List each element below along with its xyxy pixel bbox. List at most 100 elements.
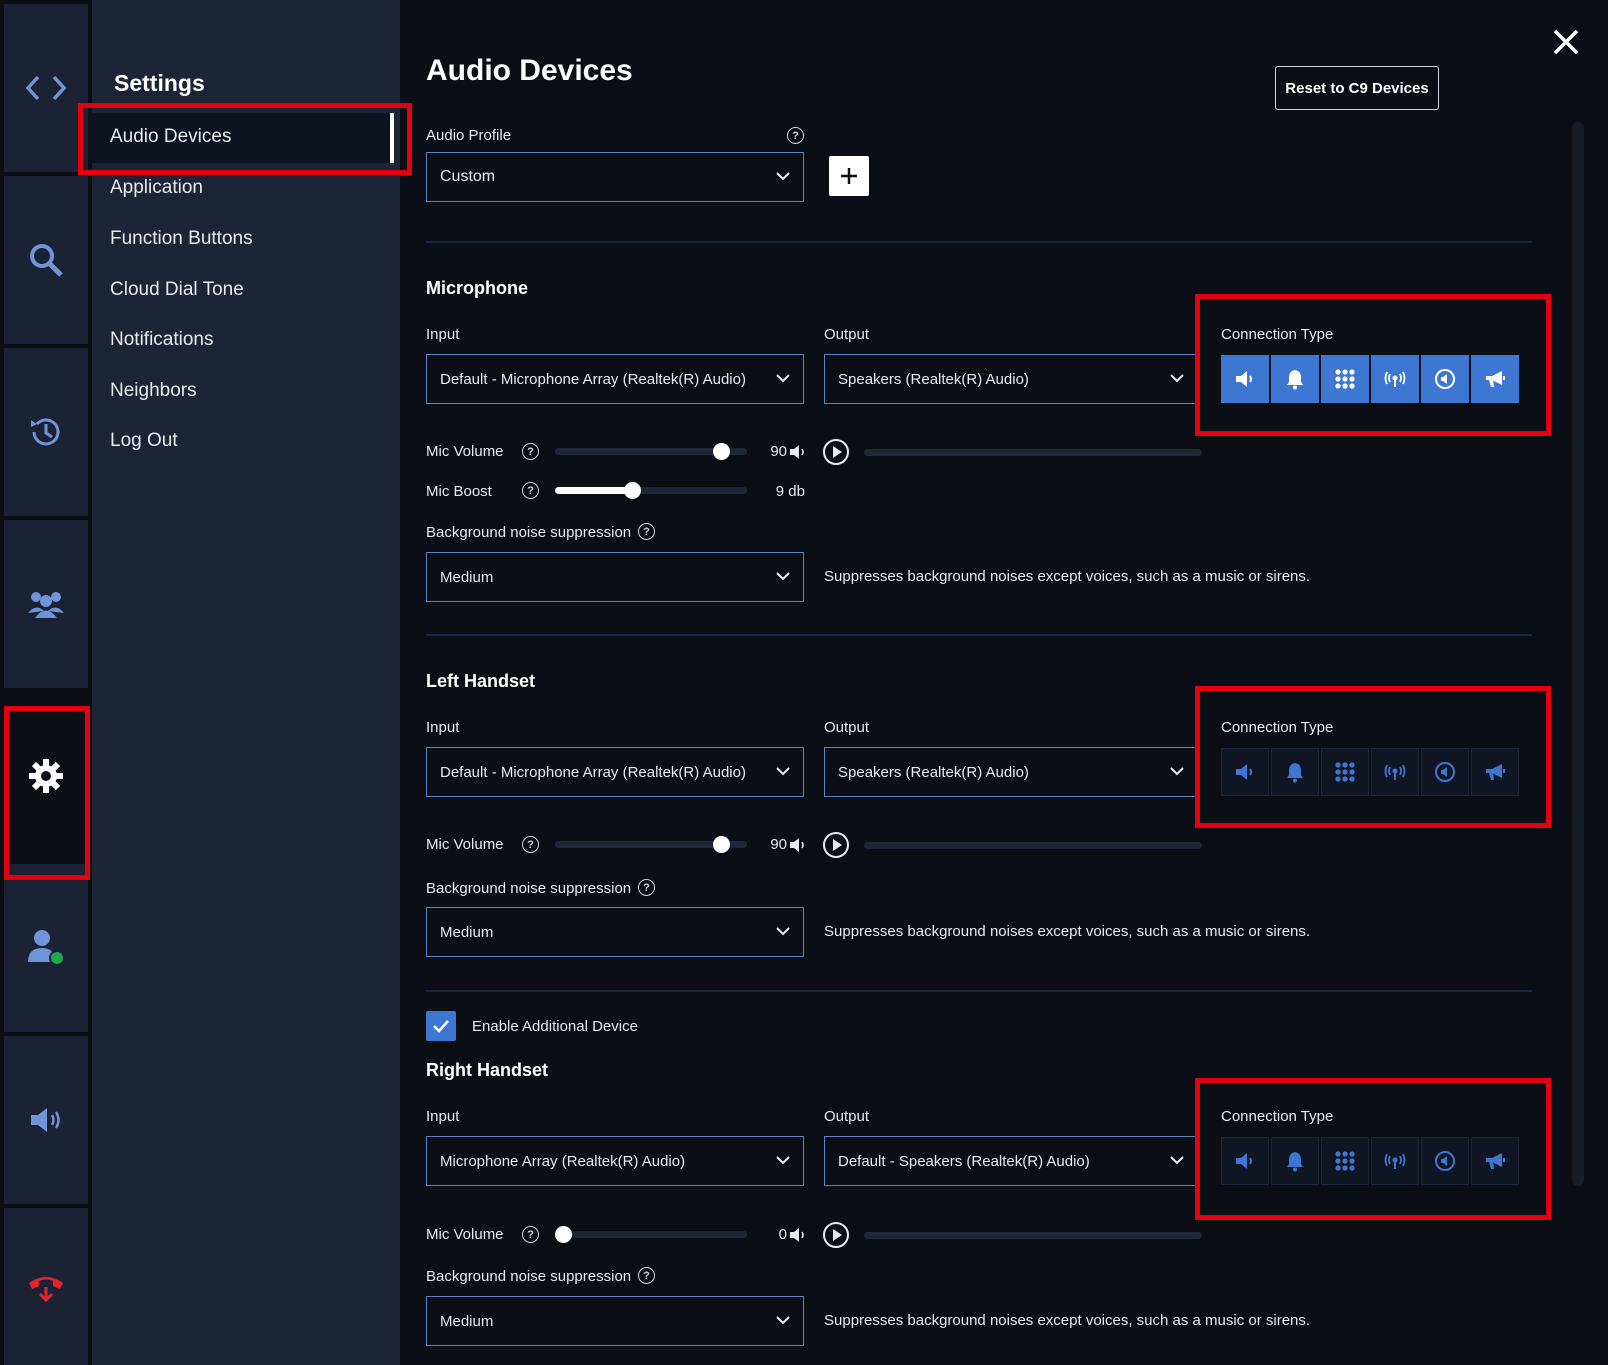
sidebar-item-notifications[interactable]: Notifications	[110, 329, 214, 351]
slider-thumb[interactable]	[713, 443, 731, 460]
right-handset-input-select[interactable]: Microphone Array (Realtek(R) Audio)	[426, 1136, 804, 1186]
slider-track	[555, 1231, 747, 1238]
left-handset-output-select[interactable]: Speakers (Realtek(R) Audio)	[824, 747, 1198, 797]
sidebar-item-cloud-dial-tone[interactable]: Cloud Dial Tone	[110, 279, 244, 301]
microphone-noise-description: Suppresses background noises except voic…	[824, 568, 1311, 585]
plus-icon	[841, 168, 857, 184]
right-handset-noise-description: Suppresses background noises except voic…	[824, 1312, 1311, 1329]
rail-user-status[interactable]	[4, 864, 88, 1032]
left-handset-level-meter	[864, 842, 1202, 849]
volume-icon	[790, 445, 804, 459]
microphone-output-label: Output	[824, 326, 870, 343]
microphone-noise-value: Medium	[440, 568, 494, 586]
chevron-down-icon	[776, 172, 790, 181]
microphone-level-meter	[864, 449, 1202, 456]
rail-hangup[interactable]	[4, 1208, 88, 1365]
mic-volume-help-icon[interactable]: ?	[522, 1226, 539, 1243]
noise-help-icon[interactable]: ?	[638, 523, 655, 540]
right-handset-input-value: Microphone Array (Realtek(R) Audio)	[440, 1152, 686, 1170]
microphone-mic-boost-slider[interactable]	[555, 481, 747, 501]
right-handset-play-button[interactable]	[823, 1222, 849, 1248]
highlight-left-handset-connection	[1195, 686, 1551, 828]
contacts-icon	[28, 592, 64, 618]
left-handset-noise-select[interactable]: Medium	[426, 907, 804, 957]
left-handset-noise-label: Background noise suppression	[426, 880, 632, 897]
slider-thumb[interactable]	[623, 482, 641, 499]
rail-search[interactable]	[4, 176, 88, 344]
sidebar-title: Settings	[114, 70, 205, 96]
right-handset-noise-value: Medium	[440, 1312, 494, 1330]
audio-profile-select[interactable]: Custom	[426, 152, 804, 202]
left-handset-title: Left Handset	[426, 671, 536, 691]
left-handset-output-label: Output	[824, 719, 870, 736]
mic-boost-help-icon[interactable]: ?	[522, 482, 539, 499]
right-handset-noise-label: Background noise suppression	[426, 1268, 632, 1285]
add-profile-button[interactable]	[829, 156, 869, 196]
chevron-down-icon	[776, 374, 790, 383]
icon-rail	[0, 0, 90, 1365]
page-title: Audio Devices	[426, 54, 633, 87]
divider	[426, 241, 1532, 243]
right-handset-output-select[interactable]: Default - Speakers (Realtek(R) Audio)	[824, 1136, 1198, 1186]
microphone-mic-boost-value: 9 db	[775, 483, 805, 500]
microphone-play-button[interactable]	[823, 439, 849, 465]
chevron-down-icon	[776, 927, 790, 936]
left-handset-output-value: Speakers (Realtek(R) Audio)	[838, 763, 1029, 781]
highlight-right-handset-connection	[1195, 1078, 1551, 1220]
volume-icon	[790, 838, 804, 852]
microphone-output-select[interactable]: Speakers (Realtek(R) Audio)	[824, 354, 1198, 404]
reset-c9-devices-button[interactable]: Reset to C9 Devices	[1275, 66, 1439, 110]
microphone-mic-volume-value: 90	[770, 443, 787, 460]
left-handset-play-button[interactable]	[823, 832, 849, 858]
slider-thumb[interactable]	[555, 1226, 572, 1243]
left-handset-mic-volume-slider[interactable]	[555, 835, 747, 855]
close-icon[interactable]	[1552, 28, 1580, 56]
history-icon	[31, 418, 60, 446]
right-handset-noise-select[interactable]: Medium	[426, 1296, 804, 1346]
enable-additional-device-checkbox[interactable]	[426, 1011, 456, 1041]
chevron-down-icon	[1170, 767, 1184, 776]
left-handset-noise-value: Medium	[440, 923, 494, 941]
speaker-icon	[31, 1108, 60, 1132]
chevron-down-icon	[776, 1316, 790, 1325]
rail-code[interactable]	[4, 4, 88, 172]
highlight-audio-devices	[78, 103, 412, 175]
sidebar-item-neighbors[interactable]: Neighbors	[110, 380, 197, 402]
rail-contacts[interactable]	[4, 520, 88, 688]
microphone-mic-volume-slider[interactable]	[555, 442, 747, 462]
microphone-input-select[interactable]: Default - Microphone Array (Realtek(R) A…	[426, 354, 804, 404]
left-handset-mic-volume-value: 90	[770, 836, 787, 853]
sidebar-item-application[interactable]: Application	[110, 177, 203, 199]
hangup-icon	[29, 1276, 63, 1302]
scrollbar[interactable]	[1572, 122, 1584, 1186]
right-handset-input-label: Input	[426, 1108, 460, 1125]
rail-history[interactable]	[4, 348, 88, 516]
mic-volume-help-icon[interactable]: ?	[522, 836, 539, 853]
audio-profile-value: Custom	[440, 168, 496, 185]
highlight-rail-settings	[4, 706, 90, 880]
rail-speaker[interactable]	[4, 1036, 88, 1204]
slider-thumb[interactable]	[713, 836, 731, 853]
right-handset-mic-volume-label: Mic Volume	[426, 1226, 504, 1243]
chevron-down-icon	[776, 1156, 790, 1165]
right-handset-mic-volume-slider[interactable]	[555, 1225, 747, 1245]
sidebar-item-function-buttons[interactable]: Function Buttons	[110, 228, 253, 250]
noise-help-icon[interactable]: ?	[638, 879, 655, 896]
left-handset-input-value: Default - Microphone Array (Realtek(R) A…	[440, 763, 746, 781]
audio-profile-label: Audio Profile	[426, 127, 512, 144]
microphone-input-value: Default - Microphone Array (Realtek(R) A…	[440, 370, 746, 388]
right-handset-mic-volume-value: 0	[778, 1226, 787, 1243]
left-handset-input-select[interactable]: Default - Microphone Array (Realtek(R) A…	[426, 747, 804, 797]
settings-sidebar: Settings Audio Devices Application Funct…	[88, 0, 400, 1365]
microphone-noise-select[interactable]: Medium	[426, 552, 804, 602]
enable-additional-device-label[interactable]: Enable Additional Device	[472, 1018, 638, 1035]
right-handset-output-value: Default - Speakers (Realtek(R) Audio)	[838, 1152, 1090, 1170]
checkmark-icon	[433, 1020, 449, 1033]
microphone-noise-label: Background noise suppression	[426, 524, 632, 541]
sidebar-item-log-out[interactable]: Log Out	[110, 430, 178, 452]
right-handset-level-meter	[864, 1232, 1202, 1239]
divider	[426, 990, 1532, 992]
mic-volume-help-icon[interactable]: ?	[522, 443, 539, 460]
noise-help-icon[interactable]: ?	[638, 1267, 655, 1284]
audio-profile-help-icon[interactable]: ?	[787, 127, 804, 144]
